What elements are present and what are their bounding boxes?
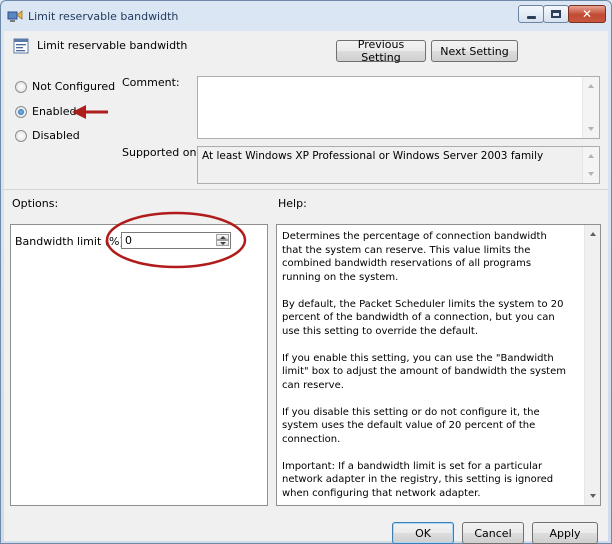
- bandwidth-limit-spinner[interactable]: 0: [121, 232, 231, 249]
- supported-on-value: At least Windows XP Professional or Wind…: [202, 150, 544, 162]
- radio-disabled-circle[interactable]: [15, 129, 27, 142]
- dialog-window: Limit reservable bandwidth ✕ Limit reser…: [0, 0, 612, 544]
- supported-on-field: At least Windows XP Professional or Wind…: [197, 146, 600, 184]
- options-panel: Bandwidth limit (%):: [10, 224, 268, 506]
- help-heading: Help:: [278, 197, 307, 210]
- help-paragraph: Important: If a bandwidth limit is set f…: [282, 460, 554, 499]
- radio-enabled[interactable]: Enabled: [15, 105, 76, 118]
- bandwidth-limit-label: Bandwidth limit (%):: [15, 235, 128, 248]
- radio-not-configured-circle[interactable]: [15, 80, 27, 93]
- scroll-up-icon[interactable]: [590, 232, 596, 236]
- spin-down-button[interactable]: [216, 240, 229, 246]
- ok-button[interactable]: OK: [392, 522, 454, 544]
- setting-title: Limit reservable bandwidth: [37, 39, 188, 52]
- network-policy-icon: [7, 10, 23, 22]
- maximize-icon: [551, 10, 561, 18]
- radio-disabled[interactable]: Disabled: [15, 129, 80, 142]
- radio-not-configured[interactable]: Not Configured: [15, 80, 115, 93]
- apply-button[interactable]: Apply: [532, 522, 598, 544]
- radio-disabled-label: Disabled: [32, 129, 80, 142]
- spinner-buttons[interactable]: [216, 234, 229, 247]
- scroll-up-icon[interactable]: [588, 154, 594, 158]
- chevron-up-icon: [220, 236, 226, 239]
- dialog-client: Limit reservable bandwidth Previous Sett…: [4, 31, 608, 544]
- comment-scrollbar[interactable]: [582, 77, 599, 138]
- help-paragraph: Determines the percentage of connection …: [282, 231, 547, 283]
- help-panel: Determines the percentage of connection …: [276, 224, 601, 506]
- help-paragraph: By default, the Packet Scheduler limits …: [282, 298, 564, 337]
- next-setting-button[interactable]: Next Setting: [431, 40, 518, 62]
- cancel-button[interactable]: Cancel: [462, 522, 524, 544]
- window-title: Limit reservable bandwidth: [28, 10, 179, 23]
- scroll-up-icon[interactable]: [588, 84, 594, 88]
- bandwidth-limit-value[interactable]: 0: [125, 234, 132, 247]
- minimize-button[interactable]: [518, 5, 544, 23]
- supported-on-label: Supported on:: [122, 146, 201, 159]
- chevron-down-icon: [220, 242, 226, 245]
- radio-enabled-circle[interactable]: [15, 105, 27, 118]
- help-scrollbar[interactable]: [584, 225, 600, 505]
- help-paragraph: If you disable this setting or do not co…: [282, 406, 540, 445]
- comment-textarea[interactable]: [197, 76, 600, 139]
- minimize-icon: [526, 15, 536, 19]
- scroll-down-icon[interactable]: [590, 494, 596, 498]
- radio-not-configured-label: Not Configured: [32, 80, 116, 93]
- comment-label: Comment:: [122, 76, 180, 89]
- maximize-button[interactable]: [543, 5, 569, 23]
- title-bar[interactable]: Limit reservable bandwidth ✕: [1, 1, 611, 31]
- section-divider: [4, 189, 608, 190]
- previous-setting-button[interactable]: Previous Setting: [336, 38, 426, 64]
- policy-setting-icon: [13, 38, 29, 54]
- help-text: Determines the percentage of connection …: [282, 230, 570, 514]
- scroll-down-icon[interactable]: [588, 127, 594, 131]
- radio-enabled-label: Enabled: [32, 105, 77, 118]
- supported-scrollbar[interactable]: [582, 147, 599, 183]
- help-paragraph: If you enable this setting, you can use …: [282, 352, 566, 391]
- scroll-down-icon[interactable]: [588, 172, 594, 176]
- options-heading: Options:: [12, 197, 59, 210]
- close-icon: ✕: [581, 7, 593, 21]
- close-button[interactable]: ✕: [568, 5, 606, 23]
